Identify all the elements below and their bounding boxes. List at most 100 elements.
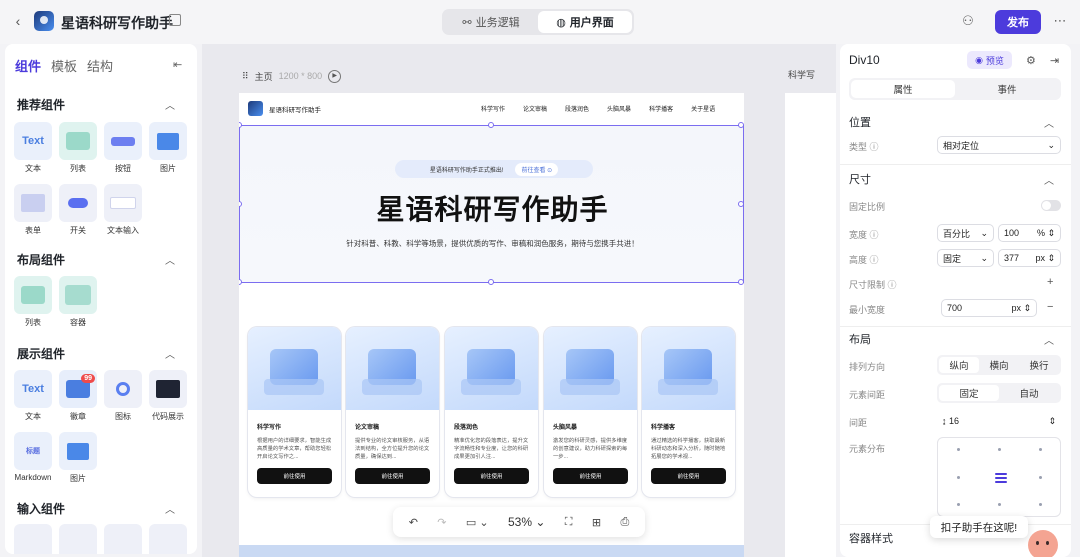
component-input-a[interactable] xyxy=(14,524,52,554)
height-mode-select[interactable]: 固定 ⌄ xyxy=(937,249,994,267)
second-page-preview[interactable] xyxy=(785,93,836,557)
component-layout-list[interactable]: 列表 xyxy=(14,276,52,328)
card-button[interactable]: 前往使用 xyxy=(355,468,430,484)
gap-input[interactable]: ↨ 16 ⇕ xyxy=(937,412,1061,430)
announcement-link[interactable]: 前往查看 ⊙ xyxy=(515,162,559,176)
option-fixed[interactable]: 固定 xyxy=(939,385,999,401)
option-horizontal[interactable]: 横向 xyxy=(979,357,1019,373)
grid-dot[interactable] xyxy=(998,448,1001,451)
fixed-ratio-toggle[interactable] xyxy=(1041,200,1061,211)
resize-handle[interactable] xyxy=(738,201,744,207)
component-code-display[interactable]: 代码展示 xyxy=(149,370,187,422)
component-button[interactable]: 按钮 xyxy=(104,122,142,174)
width-mode-select[interactable]: 百分比 ⌄ xyxy=(937,224,994,242)
card-button[interactable]: 前往使用 xyxy=(257,468,332,484)
component-list[interactable]: 列表 xyxy=(59,122,97,174)
export-icon[interactable]: ⎙ xyxy=(620,516,629,529)
component-icon[interactable]: 图标 xyxy=(104,370,142,422)
component-badge[interactable]: 99 徽章 xyxy=(59,370,97,422)
tab-events[interactable]: 事件 xyxy=(955,80,1059,98)
nav-link[interactable]: 关于星语 xyxy=(691,104,715,113)
back-arrow-icon[interactable]: ‹ xyxy=(10,13,26,29)
width-input[interactable]: 100% ⇕ xyxy=(998,224,1061,242)
component-input-c[interactable] xyxy=(104,524,142,554)
distribution-grid[interactable] xyxy=(937,437,1061,517)
component-text[interactable]: Text 文本 xyxy=(14,122,52,174)
collaborators-icon[interactable]: ⚇ xyxy=(960,13,976,29)
chevron-up-icon[interactable]: ︿ xyxy=(165,346,175,361)
page-preview[interactable]: 星语科研写作助手 科学写作 论文审稿 段落润色 头脑风暴 科学播客 关于星语 星… xyxy=(239,93,744,557)
drag-handle-icon[interactable]: ⠿ xyxy=(242,71,249,82)
component-text-input[interactable]: 文本输入 xyxy=(104,184,142,236)
resize-handle[interactable] xyxy=(488,122,494,128)
component-image[interactable]: 图片 xyxy=(149,122,187,174)
assistant-mascot-icon[interactable] xyxy=(1028,530,1058,557)
height-input[interactable]: 377 px ⇕ xyxy=(998,249,1061,267)
nav-link[interactable]: 科学播客 xyxy=(649,104,673,113)
preview-button[interactable]: ◉ 预览 xyxy=(967,51,1012,69)
resize-handle[interactable] xyxy=(738,122,744,128)
add-icon[interactable]: + xyxy=(1047,276,1053,288)
nav-link[interactable]: 头脑风暴 xyxy=(607,104,631,113)
component-input-b[interactable] xyxy=(59,524,97,554)
hero-section-selected[interactable]: 星语科研写作助手正式推出! 前往查看 ⊙ 星语科研写作助手 针对科普、科教、科学… xyxy=(239,125,744,283)
layout-grid-icon[interactable]: ⊞ xyxy=(592,516,601,529)
component-display-text[interactable]: Text 文本 xyxy=(14,370,52,422)
option-auto[interactable]: 自动 xyxy=(999,385,1059,401)
min-width-input[interactable]: 700 px ⇕ xyxy=(941,299,1037,317)
tab-business-logic[interactable]: ⚯ 业务逻辑 xyxy=(444,11,538,33)
tab-user-interface[interactable]: ◍ 用户界面 xyxy=(538,11,632,33)
position-type-select[interactable]: 相对定位 ⌄ xyxy=(937,136,1061,154)
collapse-panel-icon[interactable]: ⇤ xyxy=(173,58,182,71)
grid-dot[interactable] xyxy=(1039,476,1042,479)
assistant-tooltip[interactable]: 扣子助手在这呢! xyxy=(930,516,1028,538)
component-input-d[interactable] xyxy=(149,524,187,554)
align-center-icon[interactable] xyxy=(995,471,1007,483)
tab-components[interactable]: 组件 xyxy=(15,56,41,75)
settings-gear-icon[interactable]: ⚙ xyxy=(1026,54,1036,67)
option-wrap[interactable]: 换行 xyxy=(1019,357,1059,373)
more-icon[interactable]: ⋯ xyxy=(1052,13,1068,29)
grid-dot[interactable] xyxy=(998,503,1001,506)
edit-title-icon[interactable] xyxy=(169,14,181,26)
component-switch[interactable]: 开关 xyxy=(59,184,97,236)
card-button[interactable]: 前往使用 xyxy=(454,468,529,484)
redo-icon[interactable]: ↷ xyxy=(437,516,446,529)
nav-link[interactable]: 段落润色 xyxy=(565,104,589,113)
chevron-up-icon[interactable]: ︿ xyxy=(1044,332,1054,347)
component-container[interactable]: 容器 xyxy=(59,276,97,328)
chevron-up-icon[interactable]: ︿ xyxy=(1044,115,1054,130)
play-icon[interactable]: ▶ xyxy=(328,69,342,83)
card-button[interactable]: 前往使用 xyxy=(553,468,628,484)
nav-link[interactable]: 科学写作 xyxy=(481,104,505,113)
chevron-up-icon[interactable]: ︿ xyxy=(165,252,175,267)
chevron-up-icon[interactable]: ︿ xyxy=(165,501,175,516)
option-vertical[interactable]: 纵向 xyxy=(939,357,979,373)
collapse-right-panel-icon[interactable]: ⇥ xyxy=(1050,54,1059,67)
tab-structure[interactable]: 结构 xyxy=(87,56,113,75)
grid-dot[interactable] xyxy=(1039,503,1042,506)
grid-dot[interactable] xyxy=(957,503,960,506)
remove-icon[interactable]: − xyxy=(1047,301,1053,313)
component-display-image[interactable]: 图片 xyxy=(59,432,97,484)
chevron-up-icon[interactable]: ︿ xyxy=(1044,172,1054,187)
publish-button[interactable]: 发布 xyxy=(995,10,1041,34)
undo-icon[interactable]: ↶ xyxy=(409,516,418,529)
page-name[interactable]: 主页 xyxy=(255,70,273,83)
fit-screen-icon[interactable]: ⛶ xyxy=(565,516,573,529)
resize-handle[interactable] xyxy=(738,279,744,285)
grid-dot[interactable] xyxy=(957,476,960,479)
zoom-level[interactable]: 53% ⌄ xyxy=(508,515,545,529)
grid-dot[interactable] xyxy=(957,448,960,451)
resize-handle[interactable] xyxy=(239,279,242,285)
device-preview-icon[interactable]: ▭ ⌄ xyxy=(466,516,489,529)
tab-properties[interactable]: 属性 xyxy=(851,80,955,98)
nav-link[interactable]: 论文审稿 xyxy=(523,104,547,113)
component-markdown[interactable]: 标题 Markdown xyxy=(14,432,52,482)
card-button[interactable]: 前往使用 xyxy=(651,468,726,484)
announcement-pill[interactable]: 星语科研写作助手正式推出! 前往查看 ⊙ xyxy=(395,160,593,178)
resize-handle[interactable] xyxy=(488,279,494,285)
component-form[interactable]: 表单 xyxy=(14,184,52,236)
grid-dot[interactable] xyxy=(1039,448,1042,451)
second-page-breadcrumb[interactable]: 科学写 xyxy=(788,68,815,81)
